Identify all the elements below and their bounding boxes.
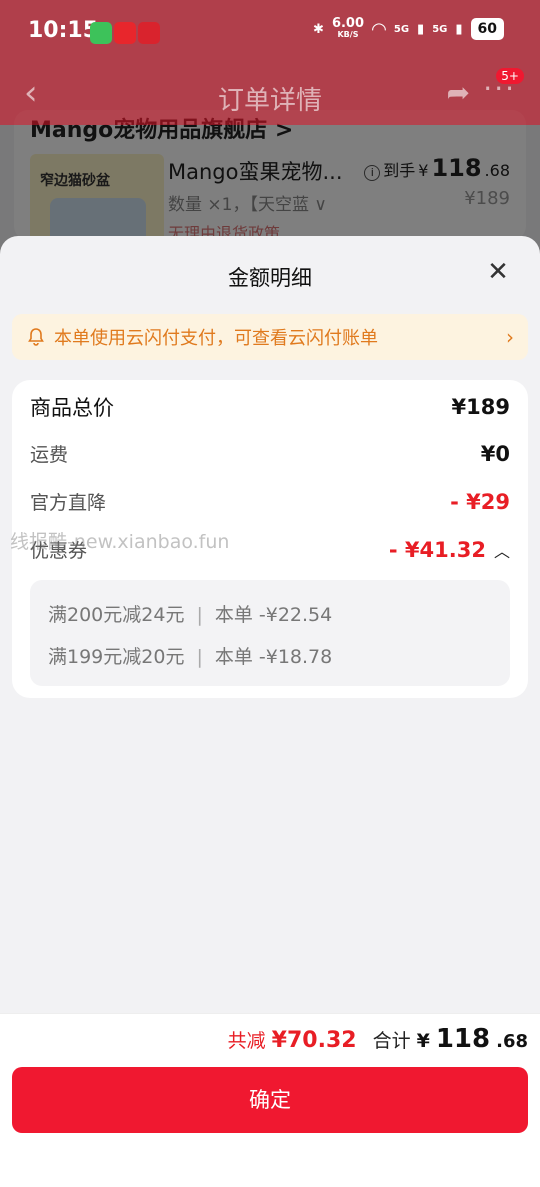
total-dec: .68: [496, 1031, 528, 1052]
row-label: 商品总价: [30, 396, 114, 420]
status-bar: 10:15 ✱ 6.00 KB/S ◠ 5G ▮ 5G ▮ 60: [0, 0, 540, 62]
close-icon[interactable]: ✕: [484, 258, 512, 286]
coupon-amount: 本单 -¥22.54: [214, 604, 333, 626]
notice-text: 本单使用云闪付支付，可查看云闪付账单: [54, 328, 378, 349]
coupon-breakdown: 满200元减24元 | 本单 -¥22.54 满199元减20元 | 本单 -¥18.7…: [30, 580, 510, 686]
confirm-button[interactable]: 确定: [12, 1067, 528, 1133]
coupon-value-group: - ¥41.32 ︿: [389, 538, 510, 562]
row-label: 官方直降: [30, 492, 107, 514]
bluetooth-icon: ✱: [313, 21, 324, 37]
row-value: - ¥29: [450, 489, 510, 514]
total-currency: ¥: [416, 1030, 430, 1052]
shopping-app-icon: [114, 22, 136, 44]
chevron-right-icon: ›: [506, 325, 514, 349]
divider: |: [196, 604, 203, 626]
row-value: ¥0: [480, 441, 510, 466]
signal-label-2: 5G: [432, 23, 448, 35]
wifi-icon: ◠: [372, 18, 386, 40]
share-icon[interactable]: ➦: [447, 76, 470, 109]
nav-bar: ‹ 订单详情 ➦ ··· 5+: [0, 62, 540, 124]
network-speed: 6.00: [331, 16, 365, 31]
chevron-up-icon[interactable]: ︿: [494, 538, 510, 562]
signal-label-1: 5G: [393, 23, 410, 35]
battery-icon: 60: [470, 18, 504, 40]
watermark-text: 线报酷-new.xianbao.fun: [10, 531, 230, 553]
total-label: 合计: [372, 1030, 411, 1052]
row-goods-total: 商品总价 ¥189: [30, 392, 510, 422]
signal-icon-1: ▮: [417, 21, 425, 37]
network-unit: KB/S: [337, 30, 359, 39]
message-badge: 5+: [496, 68, 524, 84]
total-discount-label: 共减: [227, 1030, 266, 1052]
total-discount-value: ¥70.32: [271, 1028, 357, 1053]
shopping-app-icon-2: [138, 22, 160, 44]
message-app-icon: [90, 22, 112, 44]
bell-icon: [28, 328, 44, 346]
row-official-discount: 官方直降 - ¥29: [30, 488, 510, 515]
signal-icon-2: ▮: [455, 21, 463, 37]
status-indicators: ✱ 6.00 KB/S ◠ 5G ▮ 5G ▮ 60: [313, 16, 504, 40]
sheet-footer: 共减 ¥70.32 合计 ¥ 118 .68 确定: [0, 1013, 540, 1187]
coupon-item: 满200元减24元 | 本单 -¥22.54: [48, 600, 332, 627]
divider: |: [196, 646, 203, 668]
row-label: 运费: [30, 444, 69, 466]
coupon-rule: 满199元减20元: [48, 646, 185, 668]
coupon-rule: 满200元减24元: [48, 604, 185, 626]
coupon-amount: 本单 -¥18.78: [214, 646, 333, 668]
amount-summary: 共减 ¥70.32 合计 ¥ 118 .68: [228, 1024, 528, 1054]
payment-notice[interactable]: 本单使用云闪付支付，可查看云闪付账单 ›: [12, 314, 528, 360]
row-value: - ¥41.32: [388, 537, 486, 562]
row-shipping: 运费 ¥0: [30, 440, 510, 467]
coupon-item: 满199元减20元 | 本单 -¥18.78: [48, 642, 332, 669]
status-time: 10:15: [28, 18, 99, 43]
sheet-title: 金额明细: [228, 266, 312, 290]
row-value: ¥189: [451, 395, 510, 419]
total-int: 118: [435, 1024, 491, 1054]
